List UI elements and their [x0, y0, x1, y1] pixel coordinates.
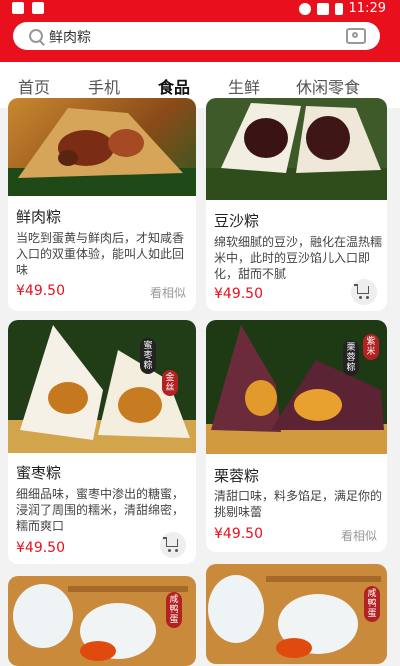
cart-wheel [359, 296, 362, 299]
tab-food[interactable]: 食品 [158, 74, 190, 98]
salted-egg-badge: 咸鸭蛋 [364, 586, 380, 622]
product-description: 细细品味，蜜枣中渗出的糖蜜，浸润了周围的糯米，清甜绵密，糯而爽口 [16, 487, 185, 533]
search-bar[interactable] [13, 22, 380, 50]
product-image[interactable]: 金丝 蜜枣粽 [8, 320, 196, 453]
product-price: ¥49.50 [16, 283, 65, 299]
add-to-cart-button[interactable] [351, 279, 377, 305]
zongzi-meat-illustration [8, 108, 196, 196]
search-icon [29, 29, 43, 43]
product-card-lirong[interactable]: 紫米 栗蓉粽 栗蓉粽 清甜口味，料多馅足，满足你的挑剔味蕾 ¥49.50 看相似 [206, 320, 387, 552]
product-description: 清甜口味，料多馅足，满足你的挑剔味蕾 [214, 489, 383, 519]
product-card-egg-2[interactable]: 咸鸭蛋 [206, 564, 387, 664]
tab-snacks[interactable]: 休闲零食 [296, 74, 360, 98]
salted-egg-badge: 咸鸭蛋 [166, 592, 182, 628]
product-image[interactable]: 紫米 栗蓉粽 [206, 320, 387, 454]
cart-icon [354, 284, 369, 294]
product-title[interactable]: 豆沙粽 [214, 210, 259, 231]
product-description: 绵软细腻的豆沙，融化在温热糯米中，此时的豆沙馅儿入口即化，甜而不腻 [214, 235, 383, 281]
purple-rice-badge: 紫米 [363, 334, 379, 360]
product-image[interactable]: 咸鸭蛋 [8, 576, 196, 666]
top-bar: 11:29 [0, 0, 400, 62]
cart-wheel [175, 549, 178, 552]
product-image[interactable] [8, 98, 196, 196]
tab-home[interactable]: 首页 [18, 74, 50, 98]
salted-egg-illustration [208, 575, 381, 658]
battery-icon [334, 2, 343, 15]
find-similar-link[interactable]: 看相似 [150, 284, 186, 301]
product-price: ¥49.50 [16, 540, 65, 556]
product-title[interactable]: 鲜肉粽 [16, 206, 61, 227]
label-badge: 蜜枣粽 [140, 338, 156, 374]
product-card-egg-1[interactable]: 咸鸭蛋 [8, 576, 196, 666]
notification-icon [12, 2, 24, 14]
clock: 11:29 [348, 1, 386, 16]
search-input[interactable] [47, 26, 311, 48]
label-badge: 栗蓉粽 [343, 340, 359, 376]
status-bar: 11:29 [0, 0, 400, 20]
product-title[interactable]: 蜜枣粽 [16, 462, 61, 483]
product-image[interactable] [206, 98, 387, 200]
product-title[interactable]: 栗蓉粽 [214, 465, 259, 486]
product-price: ¥49.50 [214, 526, 263, 542]
wifi-icon [298, 2, 311, 15]
add-to-cart-button[interactable] [160, 532, 186, 558]
tab-fresh[interactable]: 生鲜 [228, 74, 260, 98]
product-card-mizao[interactable]: 金丝 蜜枣粽 蜜枣粽 细细品味，蜜枣中渗出的糖蜜，浸润了周围的糯米，清甜绵密，糯… [8, 320, 196, 564]
product-description: 当吃到蛋黄与鲜肉后，才知咸香入口的双重体验，能叫人如此回味 [16, 231, 185, 277]
signal-icon [316, 2, 329, 15]
cart-wheel [366, 296, 369, 299]
product-price: ¥49.50 [214, 286, 263, 302]
product-card-dousha[interactable]: 豆沙粽 绵软细腻的豆沙，融化在温热糯米中，此时的豆沙馅儿入口即化，甜而不腻 ¥4… [206, 98, 387, 311]
cart-icon [163, 537, 178, 547]
sd-card-icon [32, 2, 44, 14]
camera-icon[interactable] [346, 28, 366, 44]
product-card-xianrou[interactable]: 鲜肉粽 当吃到蛋黄与鲜肉后，才知咸香入口的双重体验，能叫人如此回味 ¥49.50… [8, 98, 196, 311]
product-image[interactable]: 咸鸭蛋 [206, 564, 387, 664]
zongzi-redbean-illustration [206, 103, 387, 200]
find-similar-link[interactable]: 看相似 [341, 527, 377, 544]
gold-badge: 金丝 [162, 370, 178, 396]
cart-wheel [168, 549, 171, 552]
zongzi-chestnut-illustration [206, 325, 387, 454]
tab-phone[interactable]: 手机 [88, 74, 120, 98]
